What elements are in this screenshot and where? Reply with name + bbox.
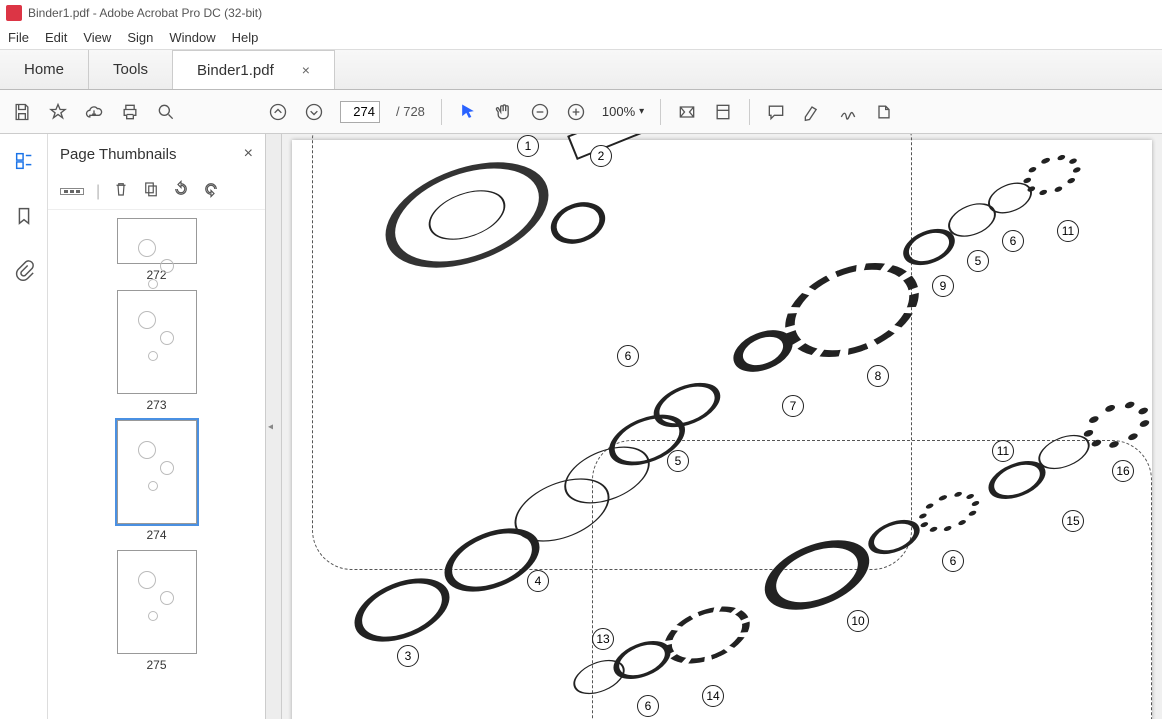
callout: 10 [847,610,869,632]
callout: 13 [592,628,614,650]
thumbnail-page[interactable]: 273 [117,290,197,412]
thumbnails-list[interactable]: 272 273 274 275 [48,210,265,719]
callout: 16 [1112,460,1134,482]
delete-icon[interactable] [112,180,130,203]
callout: 14 [702,685,724,707]
page-down-icon[interactable] [304,102,324,122]
callout: 1 [517,135,539,157]
tab-tools[interactable]: Tools [89,50,173,89]
bearing-part [345,566,458,654]
fit-page-icon[interactable] [713,102,733,122]
callout: 3 [397,645,419,667]
callout: 5 [967,250,989,272]
bookmark-rail-icon[interactable] [13,205,35,232]
sign-icon[interactable] [838,102,858,122]
tab-document-label: Binder1.pdf [197,62,274,79]
thumbnails-rail-icon[interactable] [13,150,35,177]
menu-bar: File Edit View Sign Window Help [0,26,1162,50]
menu-file[interactable]: File [8,30,29,45]
callout: 6 [942,550,964,572]
separator: | [96,183,100,201]
fit-width-icon[interactable] [677,102,697,122]
callout: 11 [992,440,1014,462]
print-icon[interactable] [120,102,140,122]
pages-icon[interactable] [142,180,160,203]
main-area: Page Thumbnails × | 272273274275 ◂ [0,134,1162,719]
thumbnails-panel: Page Thumbnails × | 272 273 274 275 [48,134,266,719]
zoom-out-icon[interactable] [530,102,550,122]
left-rail [0,134,48,719]
callout: 4 [527,570,549,592]
rotate-cw-icon[interactable] [202,180,220,203]
callout: 2 [590,145,612,167]
thumbnail-page[interactable]: 272 [117,218,197,282]
callout: 6 [617,345,639,367]
find-icon[interactable] [156,102,176,122]
separator [749,99,750,125]
menu-sign[interactable]: Sign [127,30,153,45]
separator [441,99,442,125]
thumbnails-header: Page Thumbnails × [48,134,265,174]
tab-document[interactable]: Binder1.pdf × [173,50,335,89]
thumb-page-num: 273 [146,398,166,412]
toolbar: / 728 100%▾ [0,90,1162,134]
thumbnails-tools: | [48,174,265,210]
panel-splitter[interactable]: ◂ [266,134,282,719]
title-bar: Binder1.pdf - Adobe Acrobat Pro DC (32-b… [0,0,1162,26]
save-icon[interactable] [12,102,32,122]
callout: 6 [637,695,659,717]
page-number-input[interactable] [340,101,380,123]
document-page: 1 2 3 4 5 6 7 8 9 5 6 11 13 6 14 10 6 11… [292,140,1152,719]
callout: 11 [1057,220,1079,242]
rotate-ccw-icon[interactable] [172,180,190,203]
menu-edit[interactable]: Edit [45,30,67,45]
thumb-page-num: 275 [146,658,166,672]
chevron-down-icon: ▾ [639,106,644,117]
menu-window[interactable]: Window [169,30,215,45]
callout: 7 [782,395,804,417]
callout: 8 [867,365,889,387]
tab-home[interactable]: Home [0,50,89,89]
thumbnails-title: Page Thumbnails [60,146,176,163]
thumb-page-num: 274 [146,528,166,542]
window-title: Binder1.pdf - Adobe Acrobat Pro DC (32-b… [28,6,262,20]
page-up-icon[interactable] [268,102,288,122]
menu-view[interactable]: View [83,30,111,45]
page-total: / 728 [396,104,425,119]
hand-icon[interactable] [494,102,514,122]
callout: 6 [1002,230,1024,252]
menu-help[interactable]: Help [232,30,259,45]
cloud-icon[interactable] [84,102,104,122]
separator [660,99,661,125]
thumbnail-page[interactable]: 275 [117,550,197,672]
document-view[interactable]: 1 2 3 4 5 6 7 8 9 5 6 11 13 6 14 10 6 11… [282,134,1162,719]
stamp-icon[interactable] [874,102,894,122]
tab-close-icon[interactable]: × [302,62,310,78]
dash-boundary [592,440,1152,719]
attachment-rail-icon[interactable] [13,260,35,287]
thumbnail-page[interactable]: 274 [117,420,197,542]
callout: 9 [932,275,954,297]
collapse-icon[interactable]: ◂ [268,421,273,432]
thumb-options-icon[interactable] [60,188,84,195]
app-icon [6,5,22,21]
star-icon[interactable] [48,102,68,122]
zoom-select[interactable]: 100%▾ [602,104,644,119]
thumbnails-close-icon[interactable]: × [244,145,253,163]
comment-icon[interactable] [766,102,786,122]
selection-icon[interactable] [458,102,478,122]
callout: 5 [667,450,689,472]
zoom-in-icon[interactable] [566,102,586,122]
tab-bar: Home Tools Binder1.pdf × [0,50,1162,90]
highlight-icon[interactable] [802,102,822,122]
callout: 15 [1062,510,1084,532]
